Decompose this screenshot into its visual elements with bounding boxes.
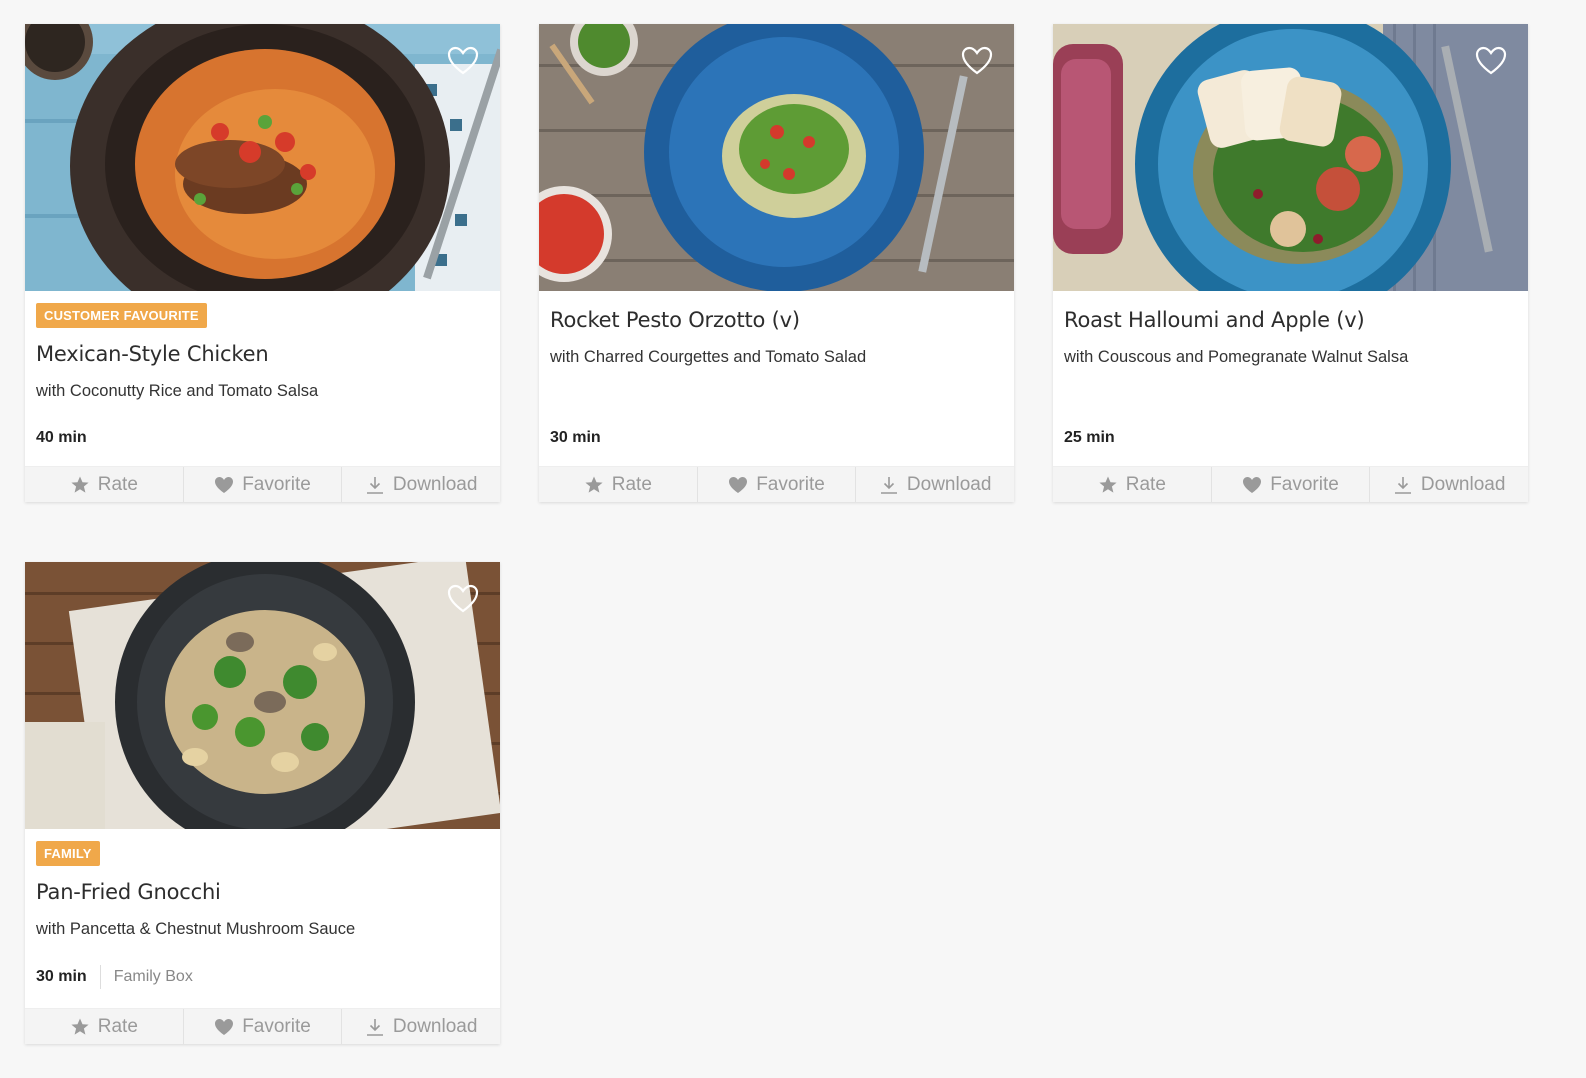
download-label: Download (392, 1015, 478, 1037)
download-icon (880, 476, 897, 494)
rate-label: Rate (97, 1015, 138, 1037)
recipe-time: 40 min (36, 429, 87, 446)
recipe-time: 30 min (550, 429, 601, 446)
favorite-button[interactable]: Favorite (698, 467, 857, 502)
favorite-toggle-icon[interactable] (446, 44, 480, 78)
favorite-label: Favorite (242, 473, 311, 495)
rate-button[interactable]: Rate (25, 467, 184, 502)
recipe-title[interactable]: Pan-Fried Gnocchi (36, 880, 489, 904)
recipe-badge: FAMILY (36, 841, 100, 866)
favorite-label: Favorite (1270, 473, 1339, 495)
heart-icon (729, 476, 748, 493)
recipe-card[interactable]: Roast Halloumi and Apple (v) with Cousco… (1053, 24, 1528, 502)
download-icon (366, 476, 383, 494)
recipe-meta: 25 min (1064, 429, 1517, 447)
recipe-photo (539, 24, 1014, 291)
recipe-meta: 40 min (36, 429, 489, 447)
download-icon (1394, 476, 1411, 494)
rate-button[interactable]: Rate (539, 467, 698, 502)
download-button[interactable]: Download (342, 467, 500, 502)
star-icon (585, 476, 603, 493)
recipe-card-body: Rocket Pesto Orzotto (v) with Charred Co… (539, 308, 1014, 447)
recipe-image[interactable] (25, 24, 500, 291)
favorite-label: Favorite (242, 1015, 311, 1037)
recipe-subtitle: with Charred Courgettes and Tomato Salad (550, 348, 867, 366)
recipe-actions: Rate Favorite Download (1053, 466, 1528, 502)
recipe-actions: Rate Favorite Download (25, 1008, 500, 1044)
download-button[interactable]: Download (1370, 467, 1528, 502)
recipe-time: 25 min (1064, 429, 1115, 446)
recipe-image[interactable] (1053, 24, 1528, 291)
heart-icon (1243, 476, 1262, 493)
favorite-toggle-icon[interactable] (1474, 44, 1508, 78)
download-icon (366, 1018, 383, 1036)
favorite-toggle-icon[interactable] (446, 582, 480, 616)
favorite-button[interactable]: Favorite (1212, 467, 1371, 502)
download-label: Download (392, 473, 478, 495)
star-icon (71, 1018, 89, 1035)
recipe-image[interactable] (25, 562, 500, 829)
recipe-card[interactable]: CUSTOMER FAVOURITE Mexican-Style Chicken… (25, 24, 500, 502)
rate-button[interactable]: Rate (25, 1009, 184, 1044)
rate-label: Rate (1125, 473, 1166, 495)
recipe-card-body: Roast Halloumi and Apple (v) with Cousco… (1053, 308, 1528, 447)
recipe-box-type: Family Box (113, 968, 193, 985)
rate-label: Rate (97, 473, 138, 495)
recipe-photo (25, 24, 500, 291)
heart-icon (215, 1018, 234, 1035)
download-button[interactable]: Download (856, 467, 1014, 502)
recipe-subtitle: with Pancetta & Chestnut Mushroom Sauce (36, 920, 356, 938)
heart-icon (215, 476, 234, 493)
star-icon (1099, 476, 1117, 493)
rate-label: Rate (611, 473, 652, 495)
recipe-subtitle: with Coconutty Rice and Tomato Salsa (36, 382, 319, 400)
recipe-card[interactable]: Rocket Pesto Orzotto (v) with Charred Co… (539, 24, 1014, 502)
favorite-label: Favorite (756, 473, 825, 495)
meta-divider (99, 965, 101, 989)
recipe-card[interactable]: FAMILY Pan-Fried Gnocchi with Pancetta &… (25, 562, 500, 1044)
recipe-title[interactable]: Roast Halloumi and Apple (v) (1064, 308, 1517, 332)
download-label: Download (1420, 473, 1506, 495)
rate-button[interactable]: Rate (1053, 467, 1212, 502)
recipe-photo (25, 562, 500, 829)
recipe-image[interactable] (539, 24, 1014, 291)
recipe-actions: Rate Favorite Download (25, 466, 500, 502)
recipe-title[interactable]: Rocket Pesto Orzotto (v) (550, 308, 1003, 332)
favorite-button[interactable]: Favorite (184, 1009, 343, 1044)
favorite-toggle-icon[interactable] (960, 44, 994, 78)
recipe-card-body: CUSTOMER FAVOURITE Mexican-Style Chicken… (25, 291, 500, 447)
download-button[interactable]: Download (342, 1009, 500, 1044)
recipe-photo (1053, 24, 1528, 291)
recipe-meta: 30 min Family Box (36, 965, 489, 989)
star-icon (71, 476, 89, 493)
favorite-button[interactable]: Favorite (184, 467, 343, 502)
recipe-title[interactable]: Mexican-Style Chicken (36, 342, 489, 366)
recipe-meta: 30 min (550, 429, 1003, 447)
recipe-badge: CUSTOMER FAVOURITE (36, 303, 207, 328)
recipe-card-body: FAMILY Pan-Fried Gnocchi with Pancetta &… (25, 829, 500, 989)
recipe-actions: Rate Favorite Download (539, 466, 1014, 502)
recipe-subtitle: with Couscous and Pomegranate Walnut Sal… (1064, 348, 1409, 366)
recipe-time: 30 min (36, 968, 87, 985)
download-label: Download (906, 473, 992, 495)
